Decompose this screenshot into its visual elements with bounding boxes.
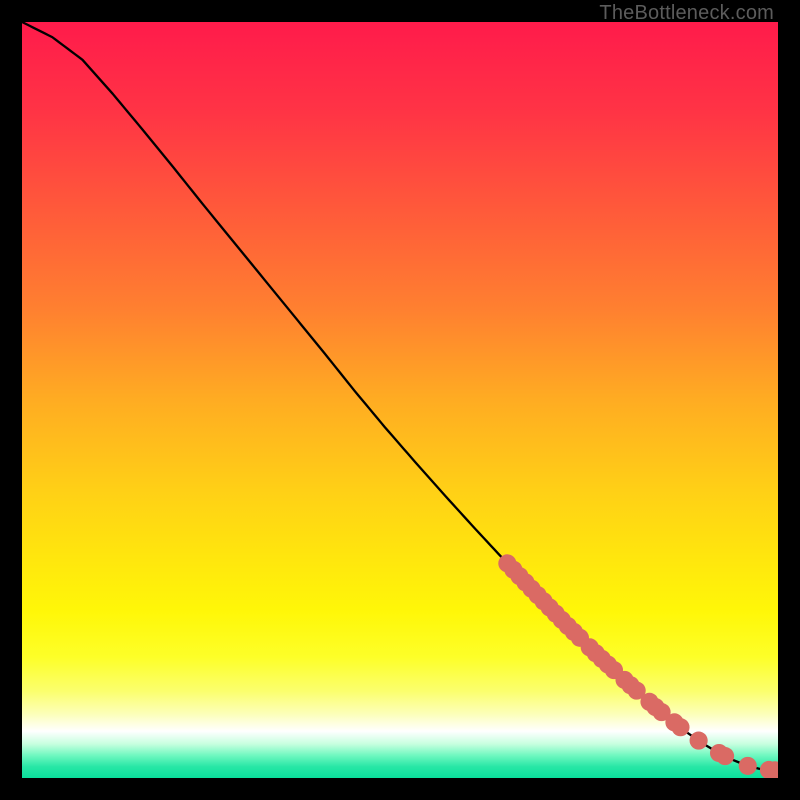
scatter-markers xyxy=(22,22,778,778)
plot-area xyxy=(22,22,778,778)
scatter-point xyxy=(739,757,757,775)
chart-stage: TheBottleneck.com xyxy=(0,0,800,800)
scatter-point xyxy=(690,732,708,750)
scatter-point xyxy=(671,718,689,736)
scatter-point xyxy=(716,747,734,765)
